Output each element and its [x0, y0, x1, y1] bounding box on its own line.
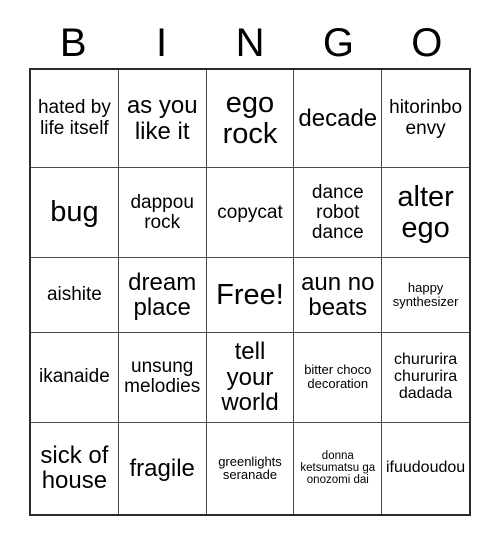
bingo-row: bug dappou rock copycat dance robot danc… [31, 168, 469, 259]
header-letter-o: O [411, 21, 443, 65]
bingo-row: sick of house fragile greenlights serana… [31, 422, 469, 514]
bingo-cell-label: unsung melodies [124, 356, 201, 398]
bingo-cell[interactable]: alter ego [382, 168, 469, 257]
header-letter-n: N [235, 21, 265, 65]
header-letter-g: G [322, 21, 354, 65]
bingo-cell[interactable]: dance robot dance [294, 168, 383, 258]
bingo-cell[interactable]: unsung melodies [119, 332, 207, 422]
bingo-cell-label: bug [50, 196, 99, 229]
bingo-row: aishite dream place Free! aun no beats h… [31, 258, 469, 333]
bingo-card: B I N G O hated by life itself as you li… [0, 0, 500, 544]
bingo-cell-label: donna ketsumatsu ga onozomi dai [300, 450, 376, 487]
bingo-cell[interactable]: aishite [31, 258, 119, 332]
bingo-cell[interactable]: bitter choco decoration [294, 332, 383, 422]
bingo-cell[interactable]: fragile [119, 422, 207, 514]
bingo-cell[interactable]: ifuudoudou [382, 423, 469, 514]
bingo-cell-label: dappou rock [130, 191, 194, 233]
bingo-cell[interactable]: as you like it [119, 70, 207, 168]
bingo-header: B I N G O [29, 18, 471, 68]
bingo-cell-label: alter ego [397, 180, 454, 244]
bingo-grid: hated by life itself as you like it ego … [29, 68, 471, 516]
bingo-cell[interactable]: ikanaide [31, 332, 119, 422]
bingo-row: ikanaide unsung melodies tell your world… [31, 332, 469, 423]
bingo-cell[interactable]: sick of house [31, 422, 119, 514]
bingo-cell-label: aun no beats [301, 268, 375, 321]
bingo-cell-label: copycat [217, 201, 283, 223]
bingo-cell-label: dance robot dance [311, 181, 364, 243]
bingo-cell-label: dream place [128, 268, 197, 321]
bingo-cell[interactable]: decade [294, 70, 383, 168]
bingo-cell[interactable]: hitorinbo envy [382, 70, 469, 167]
bingo-cell[interactable]: donna ketsumatsu ga onozomi dai [294, 422, 383, 514]
bingo-cell[interactable]: chururira chururira dadada [382, 333, 469, 422]
bingo-cell-label: sick of house [40, 441, 109, 495]
bingo-free-space[interactable]: Free! [207, 258, 295, 332]
bingo-cell-label: ikanaide [39, 366, 110, 388]
bingo-cell[interactable]: greenlights seranade [207, 422, 295, 514]
header-letter-b: B [59, 21, 87, 65]
bingo-cell-label: greenlights seranade [218, 453, 282, 483]
bingo-cell[interactable]: bug [31, 168, 119, 258]
bingo-cell-label: hitorinbo envy [389, 97, 463, 139]
bingo-cell[interactable]: copycat [207, 168, 295, 258]
bingo-cell-label: bitter choco decoration [304, 362, 372, 392]
bingo-cell[interactable]: aun no beats [294, 258, 383, 332]
bingo-cell-label: tell your world [221, 338, 279, 416]
bingo-cell[interactable]: tell your world [207, 332, 295, 422]
bingo-free-space-label: Free! [216, 278, 284, 311]
bingo-cell-label: happy synthesizer [392, 280, 459, 309]
bingo-cell[interactable]: dappou rock [119, 168, 207, 258]
bingo-cell[interactable]: happy synthesizer [382, 258, 469, 331]
bingo-cell[interactable]: hated by life itself [31, 70, 119, 168]
bingo-cell-label: hated by life itself [37, 97, 111, 139]
header-letter-i: I [156, 21, 168, 65]
bingo-cell-label: as you like it [126, 92, 198, 145]
bingo-cell-label: chururira chururira dadada [394, 350, 458, 402]
bingo-cell-label: ego rock [222, 86, 278, 150]
bingo-cell-label: fragile [129, 454, 195, 482]
bingo-cell-label: aishite [46, 283, 102, 305]
bingo-cell-label: ifuudoudou [385, 458, 466, 476]
bingo-cell-label: decade [298, 104, 378, 132]
bingo-cell[interactable]: dream place [119, 258, 207, 332]
bingo-row: hated by life itself as you like it ego … [31, 70, 469, 169]
bingo-cell[interactable]: ego rock [207, 70, 295, 168]
